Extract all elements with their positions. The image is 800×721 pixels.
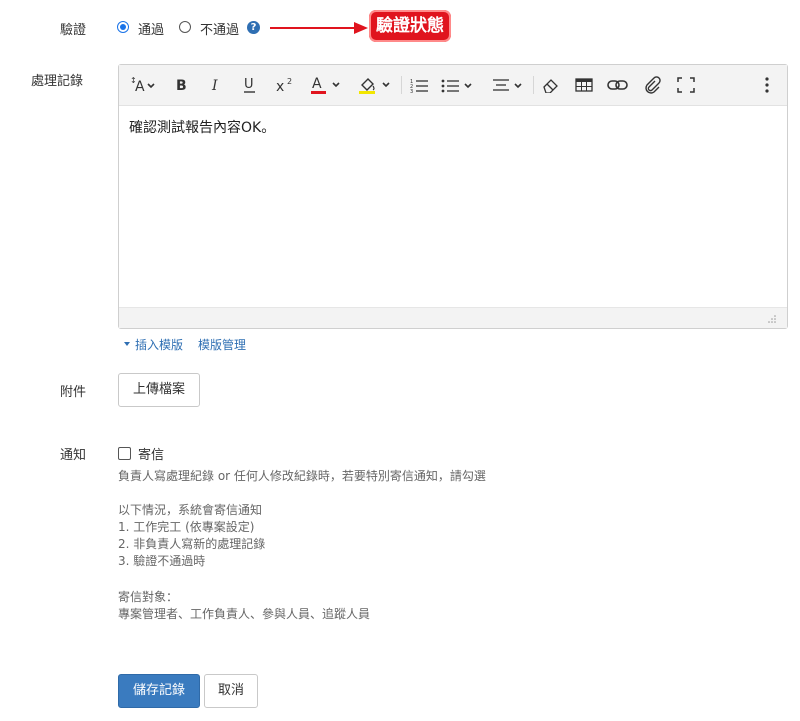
toolbar-separator [533,76,534,94]
align-icon[interactable] [491,71,527,99]
help-icon[interactable]: ? [247,21,260,34]
italic-icon[interactable]: I [205,71,225,99]
svg-text:2: 2 [287,77,292,86]
attach-icon[interactable] [641,71,663,99]
upload-file-button[interactable]: 上傳檔案 [118,373,200,407]
cancel-button[interactable]: 取消 [204,674,258,708]
svg-text:I: I [211,78,218,93]
verify-fail-label[interactable]: 不通過 [200,19,239,38]
svg-text:3: 3 [410,89,413,93]
toolbar-separator [401,76,402,94]
ordered-list-icon[interactable]: 1 2 3 [409,71,431,99]
editor-content[interactable]: 確認測試報告內容OK。 [129,117,275,137]
insert-template-link[interactable]: 插入模版 [135,336,183,353]
fullscreen-icon[interactable] [674,71,698,99]
send-mail-label[interactable]: 寄信 [138,444,164,463]
underline-icon[interactable]: U [239,71,261,99]
highlight-icon[interactable] [357,71,395,99]
eraser-icon[interactable] [539,71,561,99]
recipients-list: 專案管理者、工作負責人、參與人員、追蹤人員 [118,607,371,621]
verify-fail-radio[interactable] [179,21,191,33]
save-record-button[interactable]: 儲存記錄 [118,674,200,708]
font-size-icon[interactable]: ↕ A [127,71,159,99]
svg-text:B: B [176,78,187,93]
bold-icon[interactable]: B [171,71,191,99]
annotation-arrow [270,22,368,34]
attachment-label: 附件 [60,385,87,400]
superscript-icon[interactable]: x2 [274,71,298,99]
verify-status-annotation: 驗證狀態 [369,10,451,42]
svg-text:x: x [276,79,284,94]
record-label: 處理記錄 [31,74,84,89]
resize-handle-icon[interactable] [768,315,777,324]
manage-template-link[interactable]: 模版管理 [198,336,246,353]
rich-text-editor[interactable]: ↕ A B I U x2 A 1 2 3 確認測試報告內容OK。 [118,64,788,329]
notify-label: 通知 [60,448,87,463]
send-mail-checkbox[interactable] [118,447,131,460]
svg-text:A: A [135,79,145,94]
table-icon[interactable] [573,71,595,99]
more-icon[interactable] [759,71,775,99]
bullet-list-icon[interactable] [441,71,477,99]
conditions-title: 以下情況，系統會寄信通知 [118,503,263,517]
caret-down-icon [124,342,130,346]
notify-hint: 負責人寫處理紀錄 or 任何人修改紀錄時，若要特別寄信通知，請勾選 [118,469,486,483]
condition-item: 1. 工作完工 (依專案設定) [118,520,255,534]
condition-item: 2. 非負責人寫新的處理記錄 [118,537,266,551]
font-color-icon[interactable]: A [309,71,345,99]
verify-label: 驗證 [60,23,87,38]
verify-pass-radio[interactable] [117,21,129,33]
link-icon[interactable] [606,71,630,99]
editor-toolbar: ↕ A B I U x2 A 1 2 3 [119,65,787,106]
svg-text:U: U [244,77,254,92]
verify-pass-label[interactable]: 通過 [138,19,164,38]
recipients-title: 寄信對象： [118,590,179,604]
editor-statusbar [119,307,787,328]
condition-item: 3. 驗證不通過時 [118,554,206,568]
svg-text:A: A [312,76,322,92]
